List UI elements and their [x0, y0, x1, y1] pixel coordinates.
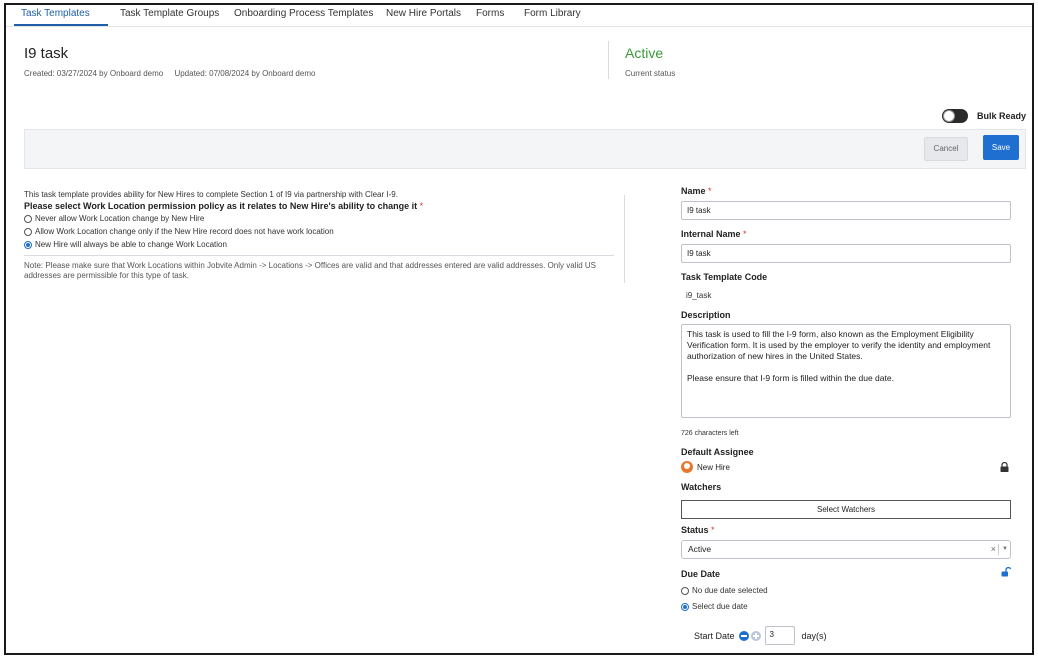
radio-always[interactable] [24, 240, 32, 249]
radio-never[interactable] [24, 214, 32, 223]
plus-circle-icon[interactable] [750, 630, 761, 641]
top-tabs: Task Templates Task Template Groups Onbo… [6, 5, 1032, 27]
tab-task-templates[interactable]: Task Templates [21, 8, 90, 19]
status-select-value: Active [688, 544, 712, 554]
radio-allow-if-none[interactable] [24, 227, 32, 236]
policy-option-always[interactable]: New Hire will always be able to change W… [24, 240, 227, 249]
due-option-label: Select due date [692, 602, 748, 611]
created-text: Created: 03/27/2024 by Onboard demo [24, 69, 164, 78]
description-text: This task is used to fill the I-9 form, … [687, 329, 991, 383]
description-textarea[interactable]: This task is used to fill the I-9 form, … [681, 324, 1011, 418]
policy-option-allow-if-none[interactable]: Allow Work Location change only if the N… [24, 227, 334, 236]
radio-no-due-date[interactable] [681, 586, 689, 595]
due-option-select[interactable]: Select due date [681, 602, 748, 611]
start-days-input[interactable]: 3 [764, 626, 795, 645]
start-date-row: Start Date 3 day(s) [694, 626, 827, 645]
internal-name-label-text: Internal Name [681, 229, 741, 239]
task-template-code-label: Task Template Code [681, 272, 768, 282]
internal-name-input[interactable]: I9 task [681, 244, 1011, 263]
tab-form-library[interactable]: Form Library [524, 8, 581, 19]
template-intro-text: This task template provides ability for … [24, 190, 398, 199]
column-divider [624, 195, 625, 283]
description-label: Description [681, 310, 731, 320]
internal-name-label: Internal Name * [681, 229, 747, 239]
watchers-label: Watchers [681, 482, 722, 492]
name-label: Name * [681, 186, 712, 196]
action-bar [24, 129, 1026, 169]
created-updated-meta: Created: 03/27/2024 by Onboard demo Upda… [24, 69, 324, 78]
user-avatar-icon [681, 461, 693, 473]
default-assignee-label: Default Assignee [681, 447, 754, 457]
active-tab-indicator [14, 24, 108, 26]
required-mark: * [419, 201, 424, 211]
required-mark: * [708, 186, 712, 196]
due-option-label: No due date selected [692, 586, 768, 595]
due-date-label: Due Date [681, 569, 721, 579]
app-frame: Task Templates Task Template Groups Onbo… [4, 3, 1034, 655]
status-label-text: Status [681, 525, 709, 535]
name-input[interactable]: I9 task [681, 201, 1011, 220]
task-template-code-value: i9_task [686, 291, 712, 300]
toggle-knob [943, 110, 955, 122]
policy-option-never[interactable]: Never allow Work Location change by New … [24, 214, 204, 223]
tab-forms[interactable]: Forms [476, 8, 504, 19]
save-button[interactable]: Save [983, 135, 1019, 160]
bulk-ready-label: Bulk Ready [977, 111, 1027, 121]
current-status-label: Current status [625, 69, 676, 78]
radio-select-due-date[interactable] [681, 602, 689, 611]
required-mark: * [711, 525, 715, 535]
current-status-value: Active [625, 45, 664, 61]
tab-onboarding-process-templates[interactable]: Onboarding Process Templates [234, 8, 373, 19]
select-separator [998, 544, 999, 555]
days-unit: day(s) [801, 630, 827, 641]
characters-left: 726 characters left [681, 430, 739, 437]
left-divider [24, 255, 614, 256]
name-label-text: Name [681, 186, 706, 196]
policy-option-label: Never allow Work Location change by New … [35, 214, 205, 223]
start-date-label: Start Date [694, 630, 735, 641]
policy-question-text: Please select Work Location permission p… [24, 201, 418, 211]
assignee-name: New Hire [697, 462, 730, 472]
unlock-icon[interactable] [1001, 567, 1011, 577]
select-watchers-button[interactable]: Select Watchers [681, 500, 1011, 519]
tab-task-template-groups[interactable]: Task Template Groups [120, 8, 219, 19]
cancel-button[interactable]: Cancel [924, 137, 968, 161]
lock-icon[interactable] [1000, 462, 1009, 472]
tab-new-hire-portals[interactable]: New Hire Portals [386, 8, 461, 19]
header-divider [608, 41, 609, 79]
work-location-note: Note: Please make sure that Work Locatio… [24, 261, 596, 280]
page-title: I9 task [24, 45, 69, 62]
work-location-policy-question: Please select Work Location permission p… [24, 201, 423, 211]
required-mark: * [743, 229, 747, 239]
chevron-down-icon[interactable]: ▼ [1002, 541, 1008, 558]
default-assignee: New Hire [681, 461, 730, 473]
status-label: Status * [681, 525, 715, 535]
bulk-ready-toggle[interactable] [942, 109, 968, 123]
policy-option-label: Allow Work Location change only if the N… [35, 227, 334, 236]
clear-icon[interactable]: × [991, 541, 996, 558]
updated-text: Updated: 07/08/2024 by Onboard demo [174, 69, 316, 78]
status-select[interactable]: Active × ▼ [681, 540, 1011, 559]
due-option-none[interactable]: No due date selected [681, 586, 768, 595]
policy-option-label: New Hire will always be able to change W… [35, 240, 227, 249]
minus-circle-icon[interactable] [738, 630, 749, 641]
